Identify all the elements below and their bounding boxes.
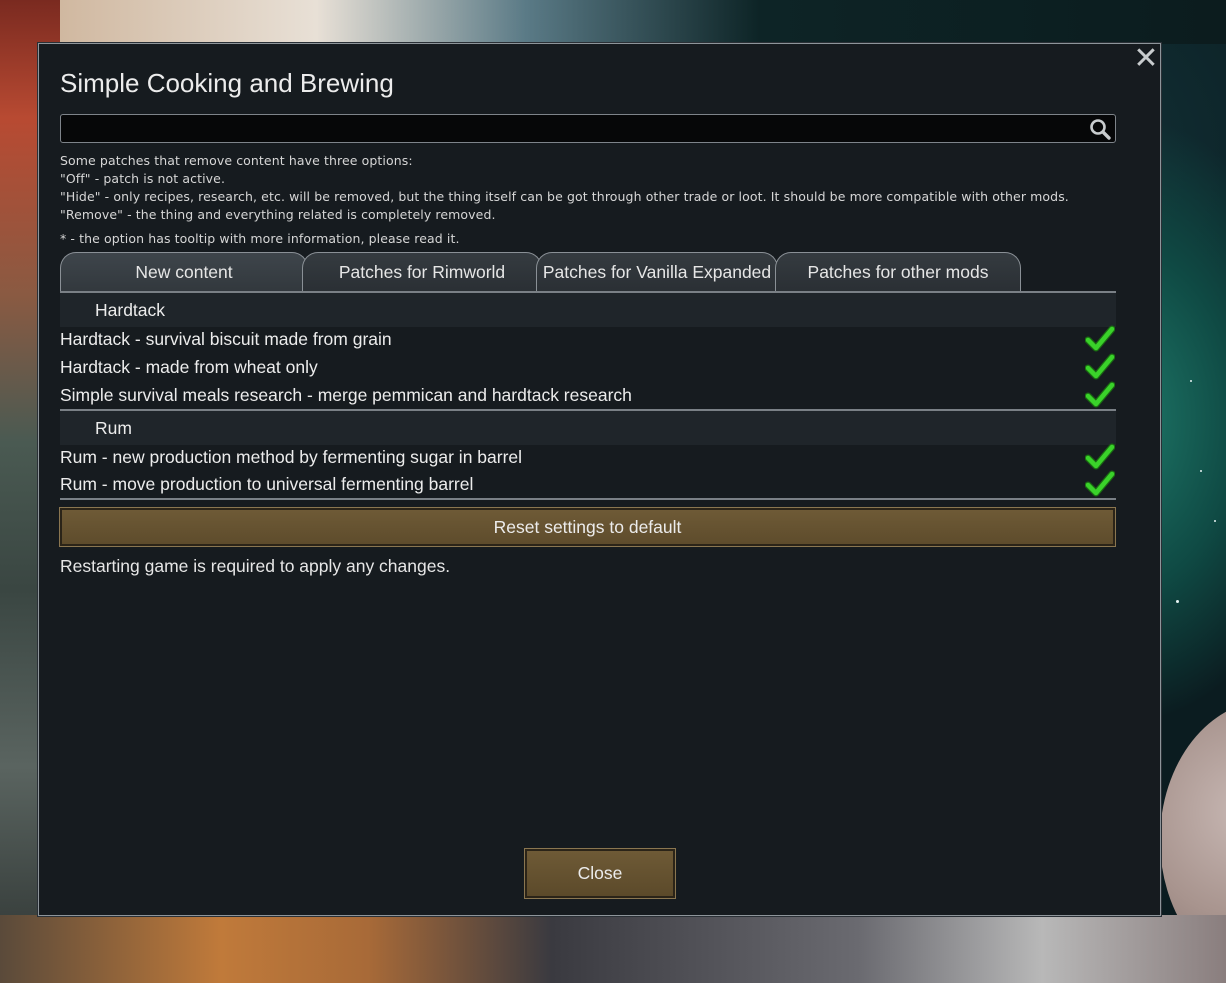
option-row[interactable]: Rum - new production method by fermentin… bbox=[60, 443, 1116, 471]
tab-patches-rimworld[interactable]: Patches for Rimworld bbox=[302, 252, 542, 292]
section-header-label: Rum bbox=[95, 418, 132, 438]
option-label: Rum - new production method by fermentin… bbox=[60, 447, 523, 467]
description-line: "Remove" - the thing and everything rela… bbox=[60, 207, 496, 222]
dialog-title: Simple Cooking and Brewing bbox=[60, 68, 394, 98]
description-line: "Hide" - only recipes, research, etc. wi… bbox=[60, 189, 1069, 204]
close-button[interactable]: Close bbox=[524, 848, 676, 899]
mod-settings-dialog: ✕ Simple Cooking and Brewing Some patche… bbox=[38, 43, 1161, 916]
close-x-icon[interactable]: ✕ bbox=[1133, 44, 1159, 74]
option-row[interactable]: Hardtack - made from wheat only bbox=[60, 353, 1116, 381]
section-header-label: Hardtack bbox=[95, 300, 166, 320]
tab-patches-other-mods[interactable]: Patches for other mods bbox=[775, 252, 1021, 292]
option-label: Hardtack - survival biscuit made from gr… bbox=[60, 329, 392, 349]
checkmark-icon[interactable] bbox=[1085, 353, 1115, 381]
option-label: Rum - move production to universal ferme… bbox=[60, 474, 474, 494]
checkmark-icon[interactable] bbox=[1085, 381, 1115, 409]
search-input[interactable] bbox=[60, 114, 1116, 143]
section-header-rum: Rum bbox=[60, 411, 1116, 445]
tooltip-note: * - the option has tooltip with more inf… bbox=[60, 231, 460, 246]
section-header-hardtack: Hardtack bbox=[60, 293, 1116, 327]
checkmark-icon[interactable] bbox=[1085, 443, 1115, 471]
option-label: Simple survival meals research - merge p… bbox=[60, 385, 632, 405]
option-label: Hardtack - made from wheat only bbox=[60, 357, 318, 377]
star bbox=[1214, 520, 1216, 522]
star bbox=[1190, 380, 1192, 382]
background-top-art bbox=[60, 0, 1226, 44]
checkmark-icon[interactable] bbox=[1085, 470, 1115, 498]
tab-patches-vanilla-expanded[interactable]: Patches for Vanilla Expanded bbox=[536, 252, 778, 292]
reset-settings-button[interactable]: Reset settings to default bbox=[59, 507, 1116, 547]
description-line: Some patches that remove content have th… bbox=[60, 153, 413, 168]
option-row[interactable]: Hardtack - survival biscuit made from gr… bbox=[60, 325, 1116, 353]
option-row[interactable]: Simple survival meals research - merge p… bbox=[60, 381, 1116, 409]
description-line: "Off" - patch is not active. bbox=[60, 171, 226, 186]
star bbox=[1200, 470, 1202, 472]
search-icon[interactable] bbox=[1088, 117, 1112, 141]
option-row[interactable]: Rum - move production to universal ferme… bbox=[60, 470, 1116, 498]
tab-new-content[interactable]: New content bbox=[60, 252, 308, 292]
section-divider bbox=[60, 498, 1116, 500]
restart-note: Restarting game is required to apply any… bbox=[60, 556, 451, 576]
tab-bar: New content Patches for Rimworld Patches… bbox=[60, 252, 1116, 292]
background-bottom-art bbox=[0, 915, 1226, 983]
star bbox=[1176, 600, 1179, 603]
checkmark-icon[interactable] bbox=[1085, 325, 1115, 353]
